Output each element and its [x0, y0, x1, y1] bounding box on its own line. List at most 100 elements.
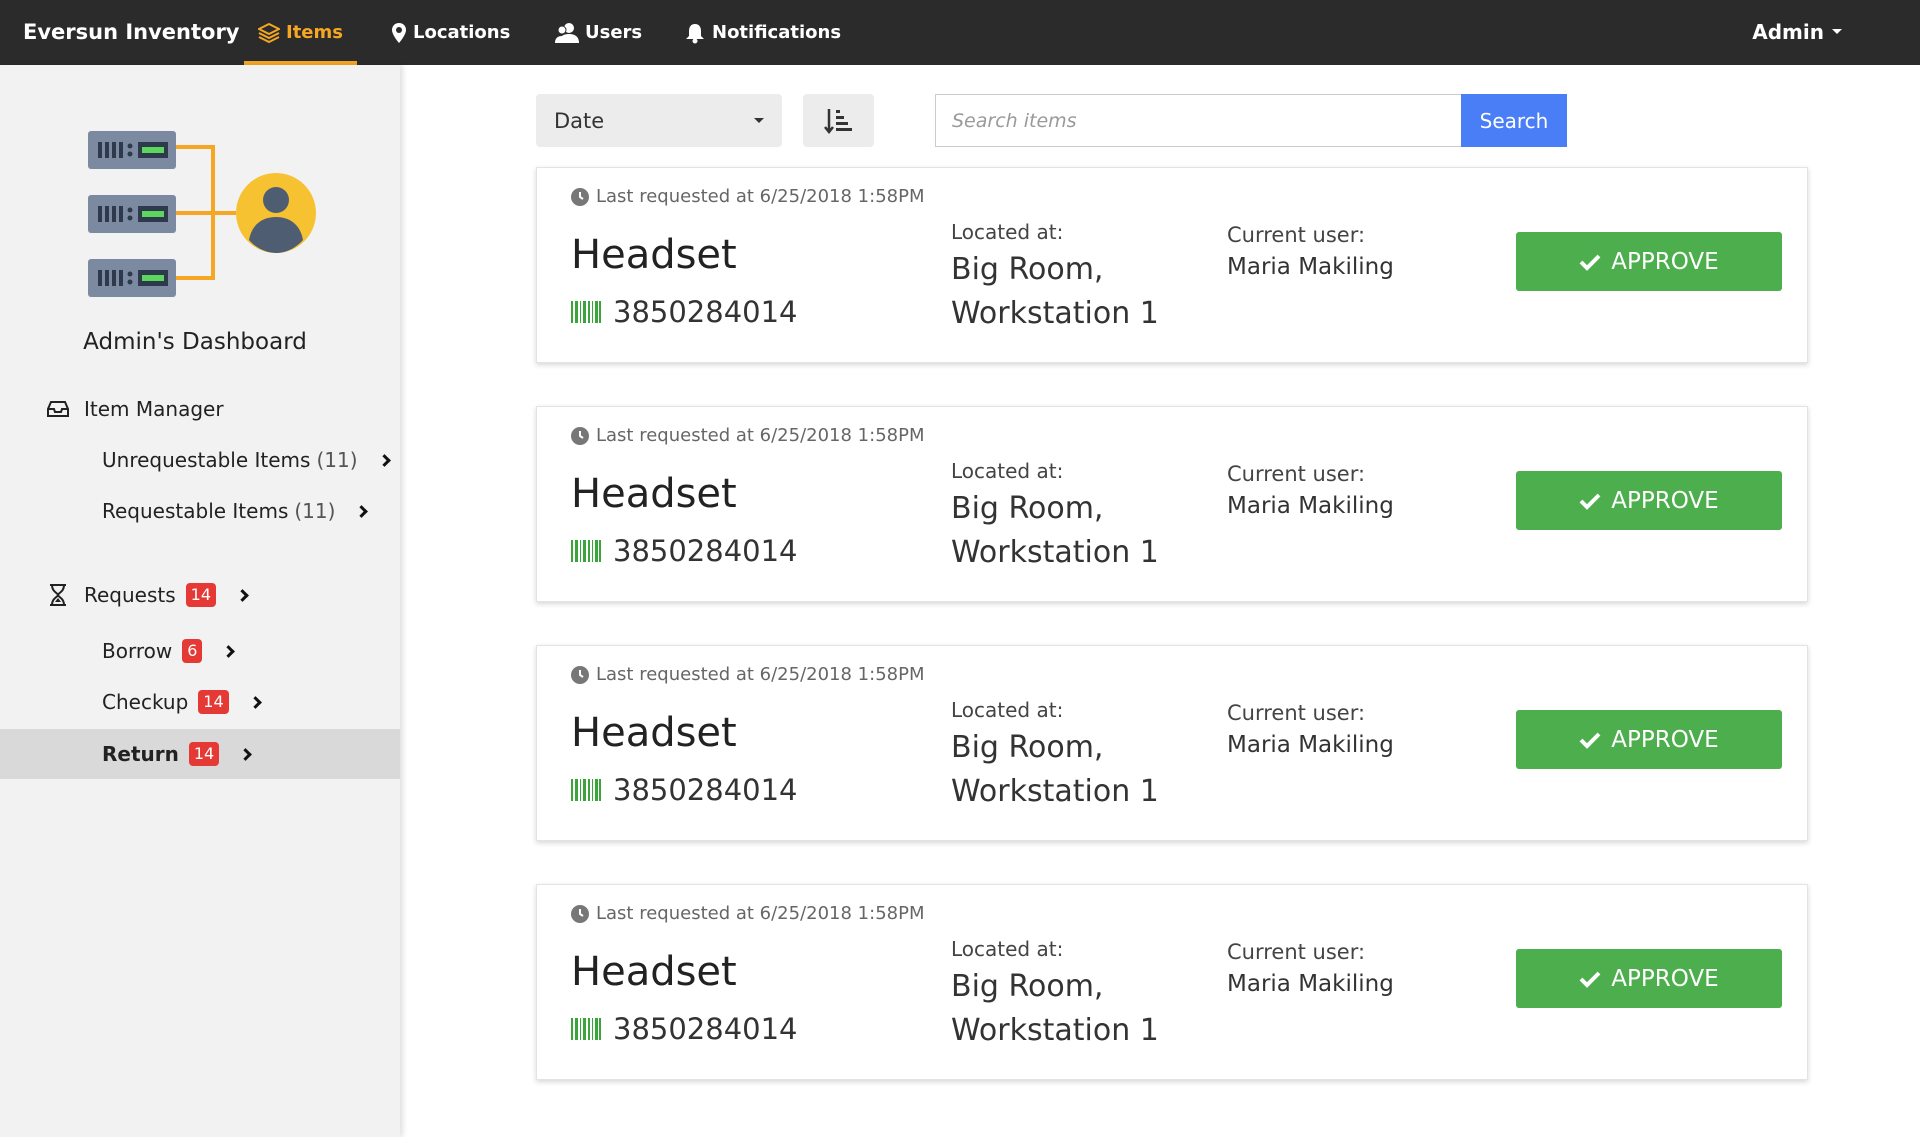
- chevron-right-icon: [239, 747, 253, 761]
- checkup-count-badge: 14: [198, 690, 229, 714]
- sort-order-button[interactable]: [803, 94, 874, 147]
- located-at-label: Located at:: [951, 937, 1064, 961]
- chevron-right-icon: [236, 588, 249, 602]
- sidebar-item-unrequestable[interactable]: Unrequestable Items (11): [0, 435, 400, 485]
- request-card: Last requested at 6/25/2018 1:58PM Heads…: [536, 645, 1808, 841]
- sidebar-item-requestable[interactable]: Requestable Items (11): [0, 486, 400, 536]
- check-icon: [1579, 254, 1601, 271]
- sidebar-item-return[interactable]: Return 14: [0, 729, 400, 779]
- requestable-label: Requestable Items: [102, 499, 289, 523]
- item-name: Headset: [571, 710, 737, 756]
- hourglass-icon: [46, 584, 70, 606]
- admin-label: Admin: [1752, 19, 1824, 44]
- location-line-2: Workstation 1: [951, 774, 1159, 809]
- current-user-name: Maria Makiling: [1227, 254, 1394, 280]
- borrow-count-badge: 6: [182, 639, 203, 663]
- location-line-2: Workstation 1: [951, 1013, 1159, 1048]
- clock-icon: [571, 187, 589, 206]
- clock-icon: [571, 904, 589, 923]
- item-location: Big Room, Workstation 1: [951, 487, 1159, 575]
- location-line-1: Big Room,: [951, 252, 1104, 287]
- checkup-label: Checkup: [102, 690, 189, 714]
- request-card: Last requested at 6/25/2018 1:58PM Heads…: [536, 406, 1808, 602]
- last-requested-text: Last requested at 6/25/2018 1:58PM: [596, 903, 925, 924]
- barcode-icon: [571, 301, 601, 323]
- sidebar-requests-label: Requests: [84, 583, 176, 607]
- request-card: Last requested at 6/25/2018 1:58PM Heads…: [536, 884, 1808, 1080]
- chevron-right-icon: [377, 453, 391, 467]
- approve-button[interactable]: APPROVE: [1516, 949, 1782, 1008]
- current-user-label: Current user:: [1227, 223, 1366, 247]
- approve-label: APPROVE: [1611, 248, 1719, 275]
- approve-button[interactable]: APPROVE: [1516, 232, 1782, 291]
- location-line-2: Workstation 1: [951, 296, 1159, 331]
- search-button[interactable]: Search: [1461, 94, 1567, 147]
- last-requested-text: Last requested at 6/25/2018 1:58PM: [596, 186, 925, 207]
- located-at-label: Located at:: [951, 459, 1064, 483]
- top-navbar: Eversun Inventory Items Locations Users …: [0, 0, 1920, 65]
- requests-count-badge: 14: [185, 583, 217, 607]
- chevron-right-icon: [355, 504, 369, 518]
- clock-icon: [571, 665, 589, 684]
- app-brand[interactable]: Eversun Inventory: [23, 20, 240, 44]
- users-icon: [555, 22, 579, 43]
- approve-button[interactable]: APPROVE: [1516, 471, 1782, 530]
- unrequestable-label: Unrequestable Items: [102, 448, 311, 472]
- item-name: Headset: [571, 471, 737, 517]
- unrequestable-count: (11): [316, 448, 358, 472]
- item-location: Big Room, Workstation 1: [951, 248, 1159, 336]
- barcode-icon: [571, 1018, 601, 1040]
- inbox-icon: [46, 401, 70, 417]
- chevron-right-icon: [248, 695, 262, 709]
- sidebar: Admin's Dashboard Item Manager Unrequest…: [0, 65, 400, 1137]
- approve-label: APPROVE: [1611, 487, 1719, 514]
- barcode-icon: [571, 779, 601, 801]
- layers-icon: [258, 22, 280, 43]
- location-line-1: Big Room,: [951, 491, 1104, 526]
- sidebar-item-requests[interactable]: Requests 14: [0, 570, 400, 620]
- barcode-icon: [571, 540, 601, 562]
- item-barcode: 3850284014: [613, 773, 798, 807]
- dashboard-title: Admin's Dashboard: [83, 329, 307, 355]
- return-count-badge: 14: [188, 742, 220, 766]
- sort-descending-icon: [823, 108, 852, 134]
- current-user-label: Current user:: [1227, 940, 1366, 964]
- request-card: Last requested at 6/25/2018 1:58PM Heads…: [536, 167, 1808, 363]
- item-barcode: 3850284014: [613, 534, 798, 568]
- admin-dropdown[interactable]: Admin: [1752, 0, 1842, 63]
- check-icon: [1579, 971, 1601, 988]
- approve-label: APPROVE: [1611, 726, 1719, 753]
- nav-locations-label: Locations: [413, 22, 511, 43]
- sidebar-item-manager[interactable]: Item Manager: [0, 384, 400, 434]
- item-barcode: 3850284014: [613, 1012, 798, 1046]
- return-label: Return: [102, 742, 179, 766]
- located-at-label: Located at:: [951, 698, 1064, 722]
- nav-locations[interactable]: Locations: [391, 0, 510, 65]
- item-location: Big Room, Workstation 1: [951, 726, 1159, 814]
- search-input[interactable]: [935, 94, 1462, 147]
- borrow-label: Borrow: [102, 639, 173, 663]
- current-user-name: Maria Makiling: [1227, 493, 1394, 519]
- nav-items[interactable]: Items: [244, 0, 357, 65]
- check-icon: [1579, 493, 1601, 510]
- last-requested-text: Last requested at 6/25/2018 1:58PM: [596, 664, 925, 685]
- nav-users[interactable]: Users: [555, 0, 642, 65]
- nav-users-label: Users: [585, 22, 643, 43]
- sidebar-item-borrow[interactable]: Borrow 6: [0, 626, 400, 676]
- current-user-label: Current user:: [1227, 462, 1366, 486]
- approve-button[interactable]: APPROVE: [1516, 710, 1782, 769]
- sidebar-item-checkup[interactable]: Checkup 14: [0, 677, 400, 727]
- location-line-1: Big Room,: [951, 730, 1104, 765]
- sort-field-select[interactable]: Date: [536, 94, 782, 147]
- item-barcode: 3850284014: [613, 295, 798, 329]
- location-line-2: Workstation 1: [951, 535, 1159, 570]
- located-at-label: Located at:: [951, 220, 1064, 244]
- requestable-count: (11): [294, 499, 336, 523]
- sort-field-value: Date: [554, 108, 605, 133]
- nav-notifications[interactable]: Notifications: [684, 0, 841, 65]
- current-user-name: Maria Makiling: [1227, 971, 1394, 997]
- caret-down-icon: [754, 118, 764, 123]
- current-user-name: Maria Makiling: [1227, 732, 1394, 758]
- caret-down-icon: [1832, 29, 1842, 34]
- check-icon: [1579, 732, 1601, 749]
